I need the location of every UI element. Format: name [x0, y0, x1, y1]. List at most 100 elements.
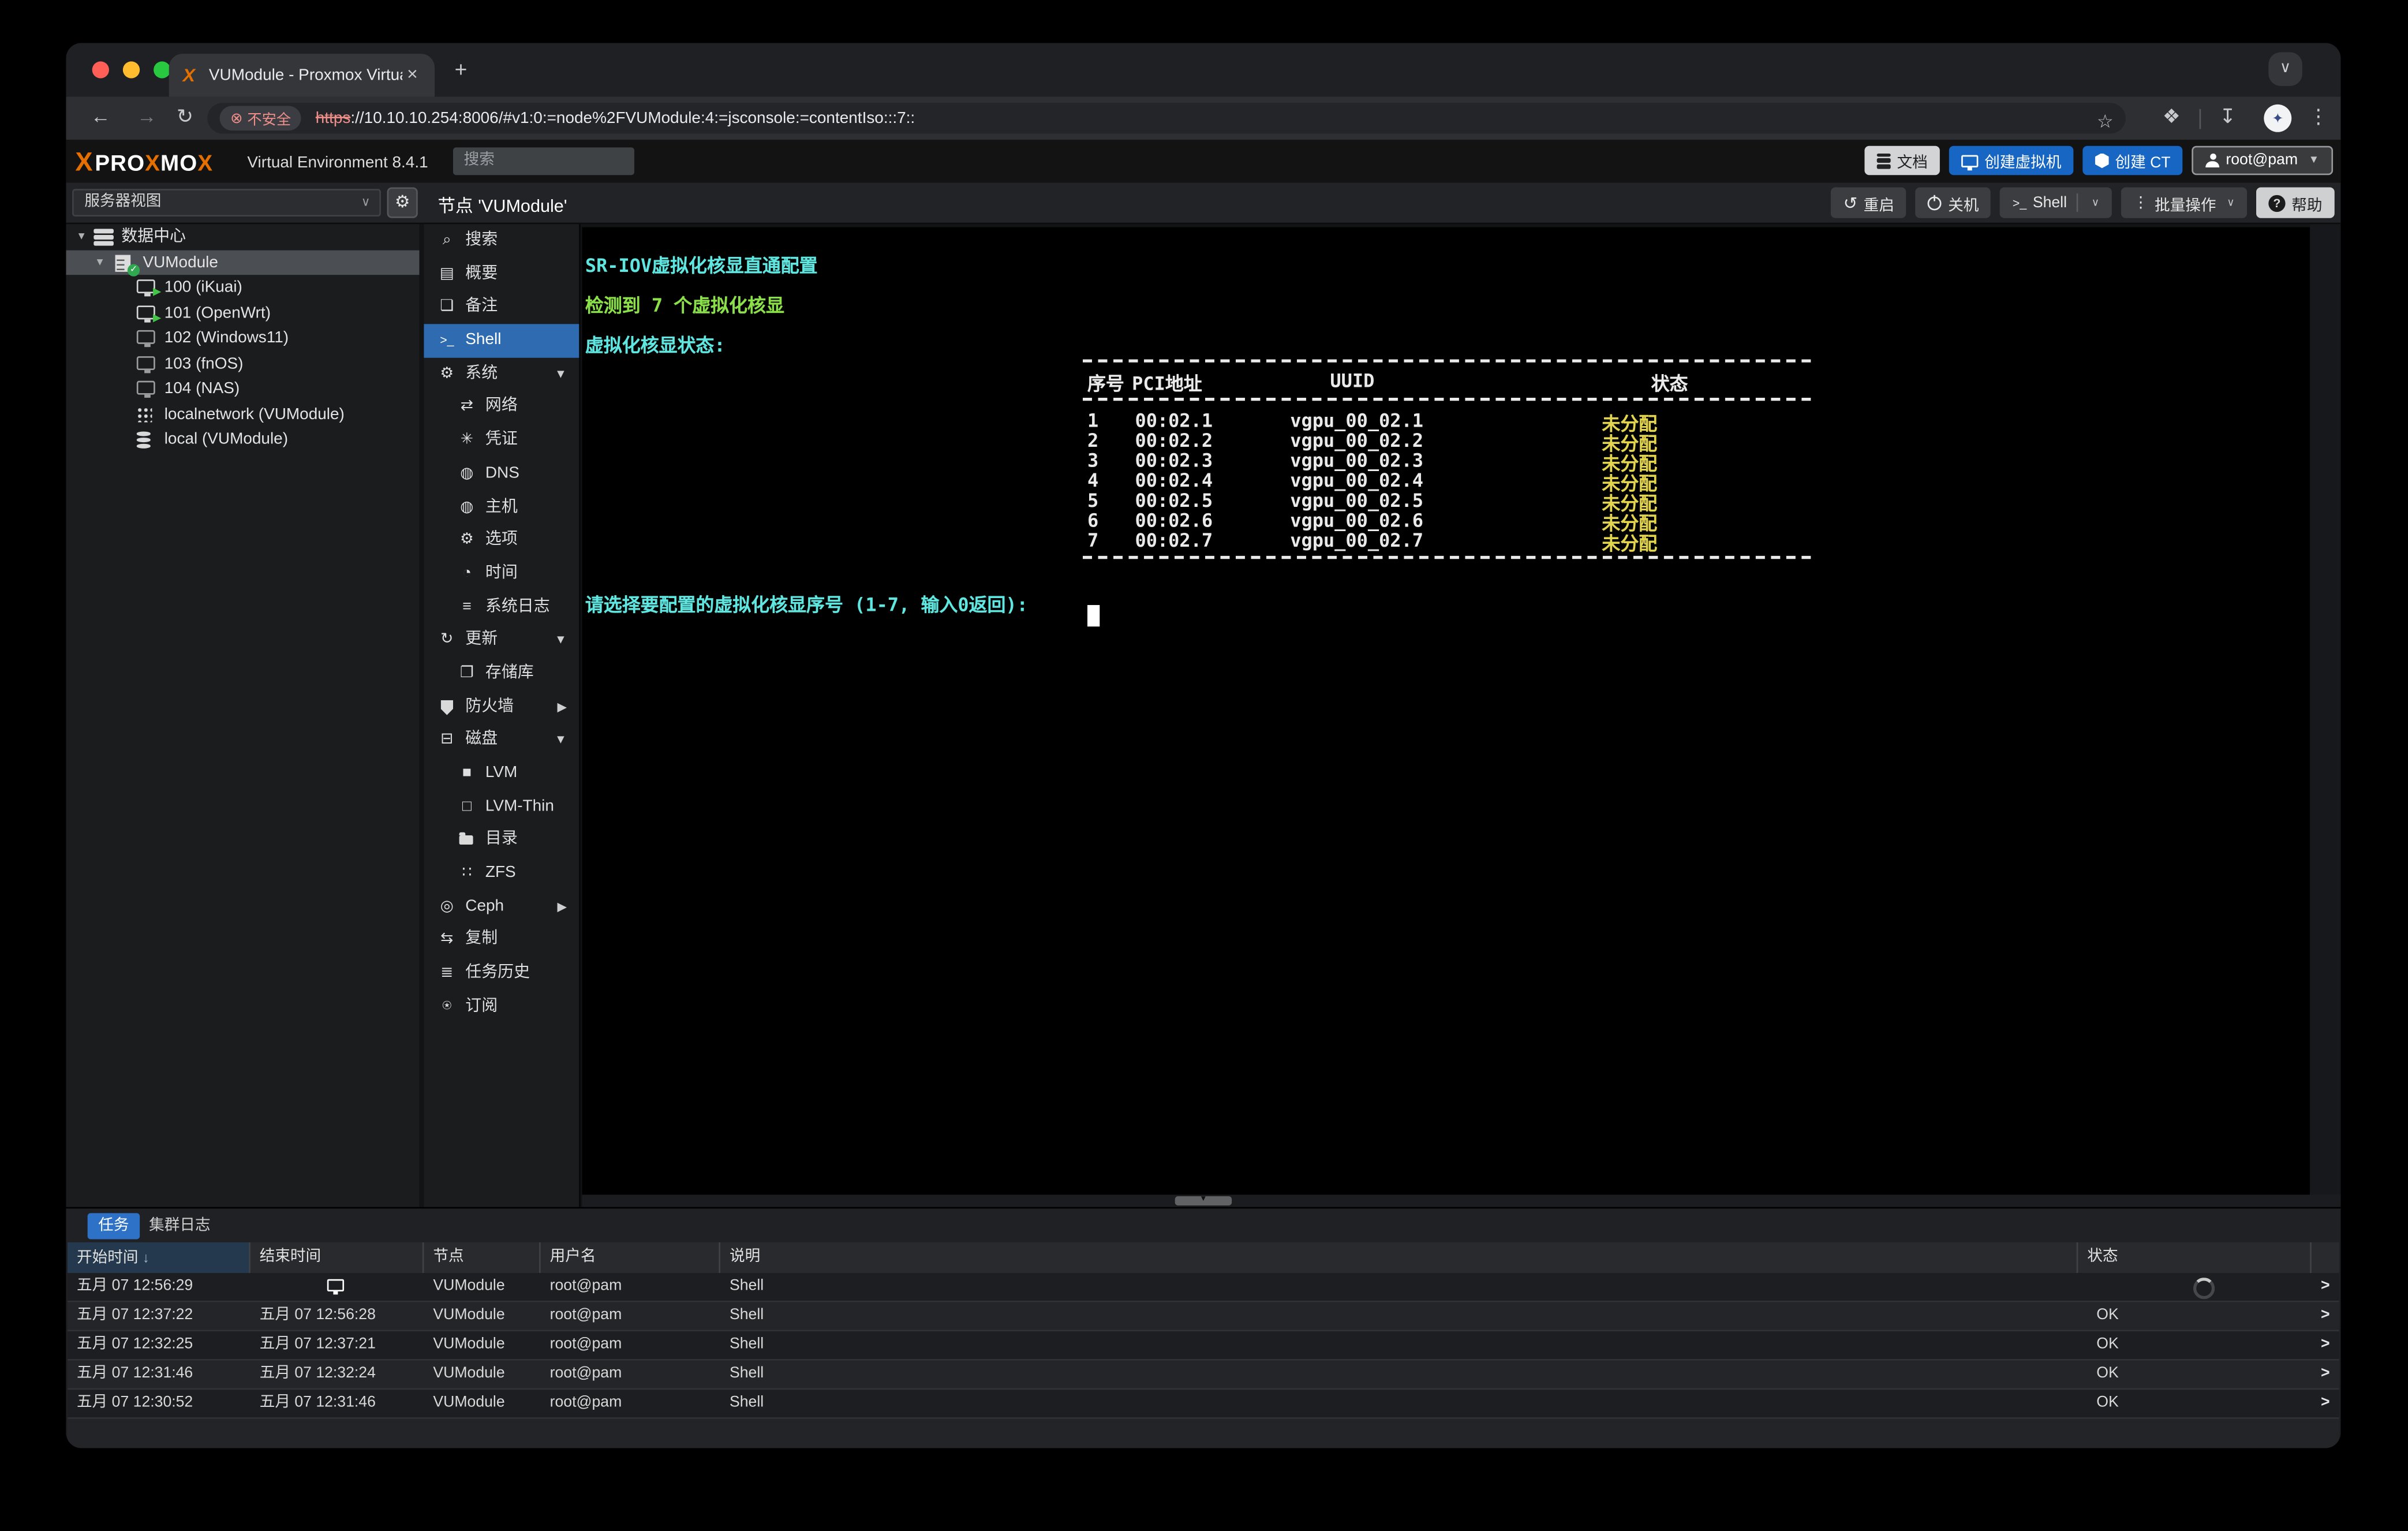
nav-item-shell[interactable]: >_Shell [424, 324, 579, 357]
nav-item-syslog[interactable]: ≡系统日志 [424, 591, 579, 624]
shutdown-button[interactable]: 关机 [1916, 188, 1991, 218]
nav-item-task-history[interactable]: ≣任务历史 [424, 957, 579, 991]
chevron-expand-icon[interactable]: ▾ [78, 224, 85, 249]
tree-item-vm-102[interactable]: 102 (Windows11) [66, 326, 419, 351]
tree-item-vm-104[interactable]: 104 (NAS) [66, 376, 419, 402]
button-divider [2076, 193, 2078, 212]
expand-chevron-icon[interactable]: > [2312, 1390, 2339, 1417]
tree-item-datacenter[interactable]: ▾数据中心 [66, 224, 419, 249]
tab-search-button[interactable]: ∨ [2268, 52, 2302, 86]
browser-tab[interactable]: X VUModule - Proxmox Virtual E × [169, 54, 435, 96]
console-monitor-icon [327, 1279, 344, 1291]
bulk-actions-button[interactable]: ⋮批量操作∨ [2121, 188, 2248, 218]
tab-close-icon[interactable]: × [401, 63, 424, 86]
nav-item-lvm[interactable]: ■LVM [424, 757, 579, 790]
minimize-window-button[interactable] [123, 61, 140, 78]
task-end-time: 五月 07 12:31:46 [250, 1390, 424, 1417]
shell-terminal[interactable]: SR-IOV虚拟化核显直通配置 检测到 7 个虚拟化核显 虚拟化核显状态: 序号… [582, 227, 2310, 1195]
nav-item-zfs[interactable]: ∷ZFS [424, 857, 579, 890]
nav-item-disks[interactable]: ⊟磁盘▼ [424, 724, 579, 757]
expand-chevron-icon[interactable]: > [2312, 1302, 2339, 1330]
column-node[interactable]: 节点 [424, 1242, 540, 1273]
zfs-icon: ∷ [456, 857, 477, 890]
task-node: VUModule [424, 1273, 540, 1301]
expand-chevron-icon[interactable]: > [2312, 1273, 2339, 1301]
tree-item-storage-local[interactable]: local (VUModule) [66, 427, 419, 452]
nav-item-options[interactable]: ⚙选项 [424, 524, 579, 558]
nav-item-updates[interactable]: ↻更新▼ [424, 624, 579, 658]
tree-item-vm-103[interactable]: 103 (fnOS) [66, 351, 419, 376]
nav-item-lvm-thin[interactable]: □LVM-Thin [424, 790, 579, 824]
reload-icon[interactable]: ↻ [177, 104, 193, 129]
expand-chevron-icon[interactable]: > [2312, 1361, 2339, 1388]
tab-cluster-log[interactable]: 集群日志 [149, 1213, 210, 1239]
table-row[interactable]: 五月 07 12:56:29VUModuleroot@pamShell> [68, 1273, 2339, 1302]
column-end-time[interactable]: 结束时间 [250, 1242, 424, 1273]
nav-item-system[interactable]: ⚙系统▼ [424, 357, 579, 391]
tree-item-vm-101[interactable]: ▶101 (OpenWrt) [66, 300, 419, 326]
column-start-time[interactable]: 开始时间 ↓ [68, 1242, 250, 1273]
tab-tasks[interactable]: 任务 [88, 1213, 140, 1239]
new-tab-button[interactable]: + [455, 57, 468, 81]
nav-item-replication[interactable]: ⇆复制 [424, 924, 579, 957]
maximize-window-button[interactable] [154, 61, 170, 78]
vgpu-num: 6 [1087, 510, 1098, 531]
time-icon: ◔ [456, 557, 477, 591]
nav-item-label: 凭证 [485, 424, 518, 457]
nav-item-network[interactable]: ⇄网络 [424, 391, 579, 424]
nav-item-summary[interactable]: ▤概要 [424, 257, 579, 291]
nav-item-dns[interactable]: ◍DNS [424, 457, 579, 491]
chevron-expand-icon[interactable]: ▾ [97, 249, 103, 275]
nav-item-certificates[interactable]: ✳凭证 [424, 424, 579, 457]
view-selector-dropdown[interactable]: 服务器视图∨ [72, 189, 381, 216]
back-icon[interactable]: ← [91, 104, 111, 128]
table-row[interactable]: 五月 07 12:37:22五月 07 12:56:28VUModuleroot… [68, 1302, 2339, 1332]
table-row[interactable]: 五月 07 12:31:46五月 07 12:32:24VUModuleroot… [68, 1361, 2339, 1390]
download-icon[interactable]: ↧ [2219, 104, 2236, 129]
tree-item-vm-100[interactable]: ▶100 (iKuai) [66, 275, 419, 300]
extensions-icon[interactable]: ❖ [2163, 104, 2181, 129]
nav-item-label: 概要 [465, 257, 498, 291]
profile-avatar[interactable]: ✦ [2264, 104, 2291, 132]
shell-button[interactable]: >_Shell∨ [2001, 188, 2112, 218]
browser-menu-icon[interactable]: ⋮ [2308, 104, 2328, 129]
column-status[interactable]: 状态 [2078, 1242, 2311, 1273]
column-description[interactable]: 说明 [720, 1242, 2078, 1273]
table-row[interactable]: 五月 07 12:30:52五月 07 12:31:46VUModuleroot… [68, 1390, 2339, 1419]
tree-item-sdn-localnetwork[interactable]: localnetwork (VUModule) [66, 402, 419, 427]
help-button[interactable]: ?帮助 [2256, 188, 2335, 218]
close-window-button[interactable] [92, 61, 109, 78]
table-row[interactable]: 五月 07 12:32:25五月 07 12:37:21VUModuleroot… [68, 1331, 2339, 1361]
nav-item-time[interactable]: ◔时间 [424, 557, 579, 591]
restart-button[interactable]: ↺重启 [1831, 188, 1906, 218]
column-user[interactable]: 用户名 [541, 1242, 720, 1273]
expand-chevron-icon[interactable]: > [2312, 1331, 2339, 1359]
tree-item-node-vumodule[interactable]: ▾VUModule [66, 249, 419, 275]
address-bar[interactable]: ⊗ 不安全 https://10.10.10.254:8006/#v1:0:=n… [207, 103, 2126, 133]
pve-search-input[interactable]: 搜索 [453, 147, 634, 175]
panel-resize-handle[interactable]: ▼ [1175, 1196, 1232, 1205]
create-vm-button[interactable]: 创建虚拟机 [1949, 146, 2074, 175]
forward-icon[interactable]: → [137, 104, 157, 128]
task-node: VUModule [424, 1302, 540, 1330]
nav-item-notes[interactable]: ❏备注 [424, 291, 579, 324]
nav-item-subscription[interactable]: ⍟订阅 [424, 990, 579, 1024]
documentation-button[interactable]: 文档 [1865, 146, 1940, 175]
task-description: Shell [720, 1273, 2078, 1301]
vgpu-status: 未分配 [1602, 530, 1657, 556]
nav-item-ceph[interactable]: ◎Ceph▶ [424, 890, 579, 924]
create-ct-button[interactable]: 创建 CT [2083, 146, 2183, 175]
tree-settings-button[interactable]: ⚙ [387, 188, 418, 218]
table-divider [1083, 398, 1811, 401]
vgpu-pci: 00:02.3 [1135, 450, 1213, 471]
nav-item-directory[interactable]: 目录 [424, 824, 579, 857]
nav-item-search[interactable]: ⌕搜索 [424, 224, 579, 257]
nav-item-hosts[interactable]: ◍主机 [424, 491, 579, 524]
nav-item-repositories[interactable]: ❐存储库 [424, 657, 579, 690]
user-menu-button[interactable]: root@pam▼ [2192, 146, 2333, 175]
resource-tree: ▾数据中心▾VUModule▶100 (iKuai)▶101 (OpenWrt)… [66, 224, 419, 1207]
nav-item-firewall[interactable]: 防火墙▶ [424, 690, 579, 724]
bookmark-star-icon[interactable]: ☆ [2097, 111, 2114, 132]
vgpu-row: 100:02.1vgpu_00_02.1未分配 [582, 410, 2310, 430]
security-chip[interactable]: ⊗ 不安全 [220, 106, 302, 131]
